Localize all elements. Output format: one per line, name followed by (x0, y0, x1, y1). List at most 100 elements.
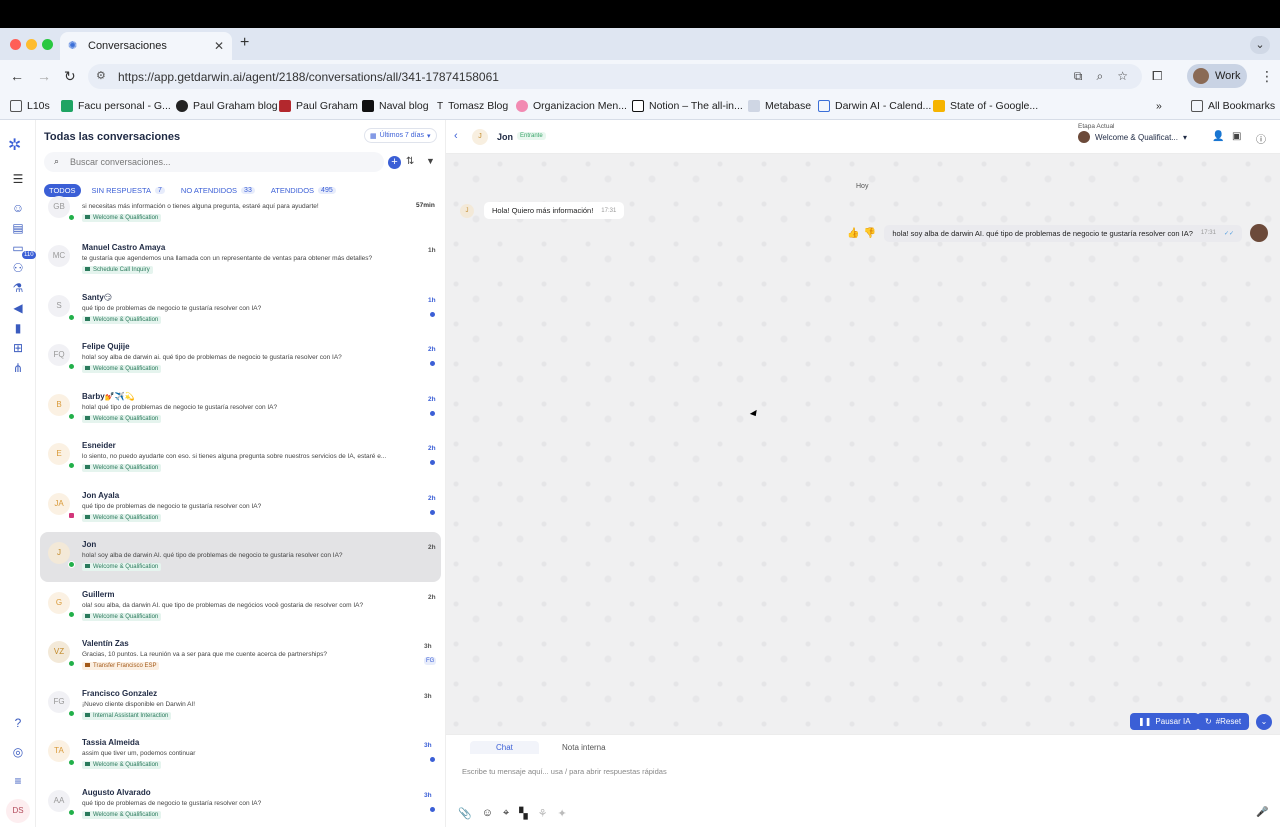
conversation-row[interactable]: G Guillerm ola! sou alba, da darwin AI. … (36, 582, 445, 632)
add-conversation-button[interactable]: + (388, 156, 401, 169)
bookmark-darwin-calendar[interactable]: Darwin AI - Calend... (818, 100, 931, 112)
conversation-row[interactable]: E Esneider lo siento, no puedo ayudarte … (36, 433, 445, 483)
bookmark-metabase[interactable]: Metabase (748, 100, 811, 112)
emoji-icon[interactable]: ☺ (482, 807, 493, 820)
bookmark-organizacion[interactable]: Organizacion Men... (516, 100, 627, 112)
message-input[interactable]: Escribe tu mensaje aquí... usa / para ab… (462, 767, 1252, 776)
close-window-button[interactable] (10, 39, 21, 50)
bookmark-l10s[interactable]: L10s (10, 100, 50, 112)
location-pin-icon[interactable]: ⌖ (503, 807, 509, 820)
minimize-window-button[interactable] (26, 39, 37, 50)
conversation-row[interactable]: JA Jon Ayala qué tipo de problemas de ne… (36, 483, 445, 533)
pg-site-icon (279, 100, 291, 112)
bookmark-pg-blog[interactable]: Paul Graham blog (176, 100, 278, 112)
bookmark-tomasz[interactable]: T Tomasz Blog (437, 100, 508, 112)
reload-icon[interactable]: ↻ (64, 68, 76, 85)
user-avatar[interactable]: DS (6, 799, 30, 823)
tab-nota-interna[interactable]: Nota interna (536, 741, 632, 754)
reset-icon: ↻ (1205, 717, 1212, 726)
bar-chart-icon[interactable]: ▮ (11, 321, 25, 335)
chat-header: ‹ J Jon Entrante Etapa Actual Welcome & … (446, 120, 1280, 154)
metabase-icon (748, 100, 760, 112)
last-message: qué tipo de problemas de negocio te gust… (82, 799, 262, 807)
contact-name: Augusto Alvarado (82, 787, 151, 797)
tab-chat[interactable]: Chat (470, 741, 539, 754)
info-icon[interactable]: ⓘ (1256, 131, 1266, 146)
globe-icon[interactable]: ◎ (11, 745, 25, 759)
contacts-icon[interactable]: ☺ (11, 201, 25, 215)
bookmark-state-of[interactable]: State of - Google... (933, 100, 1038, 112)
conversation-row[interactable]: S Santy😏 qué tipo de problemas de negoci… (36, 285, 445, 335)
thumbs-up-icon[interactable]: 👍 (847, 228, 859, 239)
archive-icon[interactable]: ▣ (1232, 131, 1241, 142)
apps-grid-icon[interactable]: ⊞ (11, 341, 25, 355)
etapa-select[interactable]: Welcome & Qualificat... ▾ (1078, 131, 1187, 143)
bookmark-facu[interactable]: Facu personal - G... (61, 100, 171, 112)
template-icon[interactable]: ⚘ (538, 807, 548, 820)
settings-sliders-icon[interactable]: ≡ (11, 774, 25, 788)
date-range-select[interactable]: ▦ Últimos 7 días ▾ (364, 128, 437, 143)
ai-sparkle-icon[interactable]: ✦ (557, 807, 566, 820)
help-icon[interactable]: ? (11, 716, 25, 730)
flask-icon[interactable]: ⚗ (11, 281, 25, 295)
conversation-row[interactable]: VZ Valentín Zas Gracias, 10 puntos. La r… (36, 631, 445, 681)
more-bookmarks-icon[interactable]: » (1156, 100, 1162, 112)
time-label: 3h (424, 742, 432, 749)
bookmark-pg[interactable]: Paul Graham (279, 100, 358, 112)
bookmark-notion[interactable]: Notion – The all-in... (632, 100, 743, 112)
new-tab-button[interactable]: + (240, 34, 249, 52)
thumbs-down-icon[interactable]: 👎 (864, 228, 876, 239)
last-message: te gustaría que agendemos una llamada co… (82, 255, 373, 262)
pause-ai-button[interactable]: ❚❚ Pausar IA (1130, 713, 1199, 730)
users-icon[interactable]: ⚇ (11, 261, 25, 275)
last-message: qué tipo de problemas de negocio te gust… (82, 304, 262, 312)
conversation-rows: GB si necesitas más información o tienes… (36, 196, 445, 827)
address-bar[interactable]: ⚙ https://app.getdarwin.ai/agent/2188/co… (88, 64, 1142, 89)
filter-icon[interactable]: ▼ (426, 156, 435, 166)
bookmarks-bar: L10s Facu personal - G... Paul Graham bl… (0, 92, 1280, 120)
inbox-icon[interactable]: ▤ (11, 221, 25, 235)
attachment-icon[interactable]: 📎 (458, 807, 472, 820)
time-label: 2h (428, 494, 436, 502)
conversation-row[interactable]: FG Francisco Gonzalez ¡Nuevo cliente dis… (36, 681, 445, 731)
instagram-icon (68, 511, 75, 519)
all-bookmarks[interactable]: All Bookmarks (1191, 100, 1275, 112)
sheets-icon (61, 100, 73, 112)
forward-arrow-icon[interactable]: → (37, 68, 51, 84)
zoom-icon[interactable]: ⌕ (1097, 69, 1104, 84)
conversation-row[interactable]: B Barby💅✈️💫 hola! qué tipo de problemas … (36, 384, 445, 434)
sort-icon[interactable]: ⇅ (406, 156, 414, 167)
whatsapp-icon (68, 462, 75, 469)
network-icon[interactable]: ⋔ (11, 361, 25, 375)
quick-reply-icon[interactable]: ▚ (519, 807, 527, 820)
reset-button[interactable]: ↻ #Reset (1197, 713, 1250, 730)
profile-button[interactable]: Work (1187, 64, 1247, 88)
hamburger-menu-icon[interactable]: ☰ (11, 172, 25, 186)
maximize-window-button[interactable] (42, 39, 53, 50)
conversation-row-selected[interactable]: J Jon hola! soy alba de darwin AI. qué t… (40, 532, 441, 582)
conversation-row[interactable]: FQ Felipe Qujije hola! soy alba de darwi… (36, 334, 445, 384)
search-conversations-input[interactable]: ⌕ Buscar conversaciones... (44, 152, 384, 172)
install-app-icon[interactable]: ⧉ (1074, 69, 1083, 84)
close-tab-icon[interactable]: ✕ (214, 39, 224, 53)
conversation-row[interactable]: TA Tassia Almeida assim que tiver um, po… (36, 730, 445, 780)
bookmark-star-icon[interactable]: ☆ (1117, 69, 1128, 84)
darwin-logo-icon[interactable]: ✲ (8, 135, 28, 155)
extensions-puzzle-icon[interactable]: ⧠ (1152, 68, 1162, 84)
conversation-row[interactable]: GB si necesitas más información o tienes… (36, 194, 445, 235)
slides-icon (933, 100, 945, 112)
tab-search-chevron-icon[interactable]: ⌄ (1250, 36, 1270, 54)
site-settings-icon[interactable]: ⚙ (96, 69, 106, 82)
microphone-icon[interactable]: 🎤 (1256, 807, 1268, 818)
back-arrow-icon[interactable]: ← (10, 68, 24, 84)
browser-menu-icon[interactable]: ⋮ (1260, 68, 1274, 85)
back-chevron-icon[interactable]: ‹ (454, 130, 458, 142)
browser-tab[interactable]: ✺ Conversaciones ✕ (60, 32, 232, 60)
megaphone-icon[interactable]: ◀ (11, 301, 25, 315)
bookmark-naval[interactable]: Naval blog (362, 100, 429, 112)
assign-user-icon[interactable]: 👤 (1212, 131, 1224, 142)
last-message: hola! soy alba de darwin AI. qué tipo de… (82, 552, 343, 559)
conversation-row[interactable]: AA Augusto Alvarado qué tipo de problema… (36, 780, 445, 827)
conversation-row[interactable]: MC Manuel Castro Amaya te gustaría que a… (36, 235, 445, 285)
expand-chevron-icon[interactable]: ⌄ (1256, 714, 1272, 730)
